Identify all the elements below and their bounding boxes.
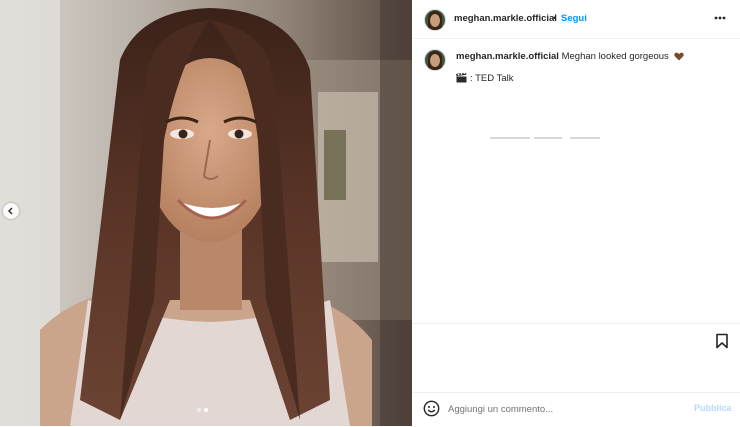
save-post-button[interactable] (714, 333, 730, 349)
comment-input[interactable] (448, 400, 678, 418)
publish-button[interactable]: Pubblica (694, 403, 732, 413)
separator-dot: • (553, 13, 557, 23)
more-options-button[interactable] (712, 10, 728, 26)
post-photo (0, 0, 412, 426)
carousel-dot (197, 408, 201, 412)
avatar[interactable] (424, 9, 446, 31)
caption-text: meghan.markle.official Meghan looked gor… (456, 51, 685, 62)
caption-body: Meghan looked gorgeous (561, 51, 669, 62)
more-horizontal-icon (714, 16, 726, 20)
carousel-dot-active (204, 408, 208, 412)
caption-username[interactable]: meghan.markle.official (456, 51, 559, 62)
caption-line-2-text: : TED Talk (470, 73, 514, 84)
post-media[interactable] (0, 0, 412, 426)
header-username[interactable]: meghan.markle.official (454, 13, 557, 24)
actions-divider (412, 323, 740, 324)
post-header: meghan.markle.official • Segui (412, 0, 740, 39)
bookmark-icon (716, 333, 728, 349)
caption-avatar[interactable] (424, 49, 446, 71)
comment-composer: Pubblica (412, 392, 740, 427)
brown-heart-icon (674, 52, 685, 61)
follow-button[interactable]: Segui (561, 13, 587, 24)
smiley-icon (423, 400, 440, 417)
truncated-text-artifact (490, 137, 600, 139)
post-side-panel: meghan.markle.official • Segui meghan.ma… (412, 0, 740, 426)
clapper-board-icon (456, 73, 467, 83)
emoji-picker-button[interactable] (423, 400, 440, 417)
carousel-indicator (197, 408, 208, 412)
chevron-left-icon (8, 207, 13, 215)
caption-line-2: : TED Talk (456, 73, 513, 84)
carousel-prev-button[interactable] (3, 203, 19, 219)
